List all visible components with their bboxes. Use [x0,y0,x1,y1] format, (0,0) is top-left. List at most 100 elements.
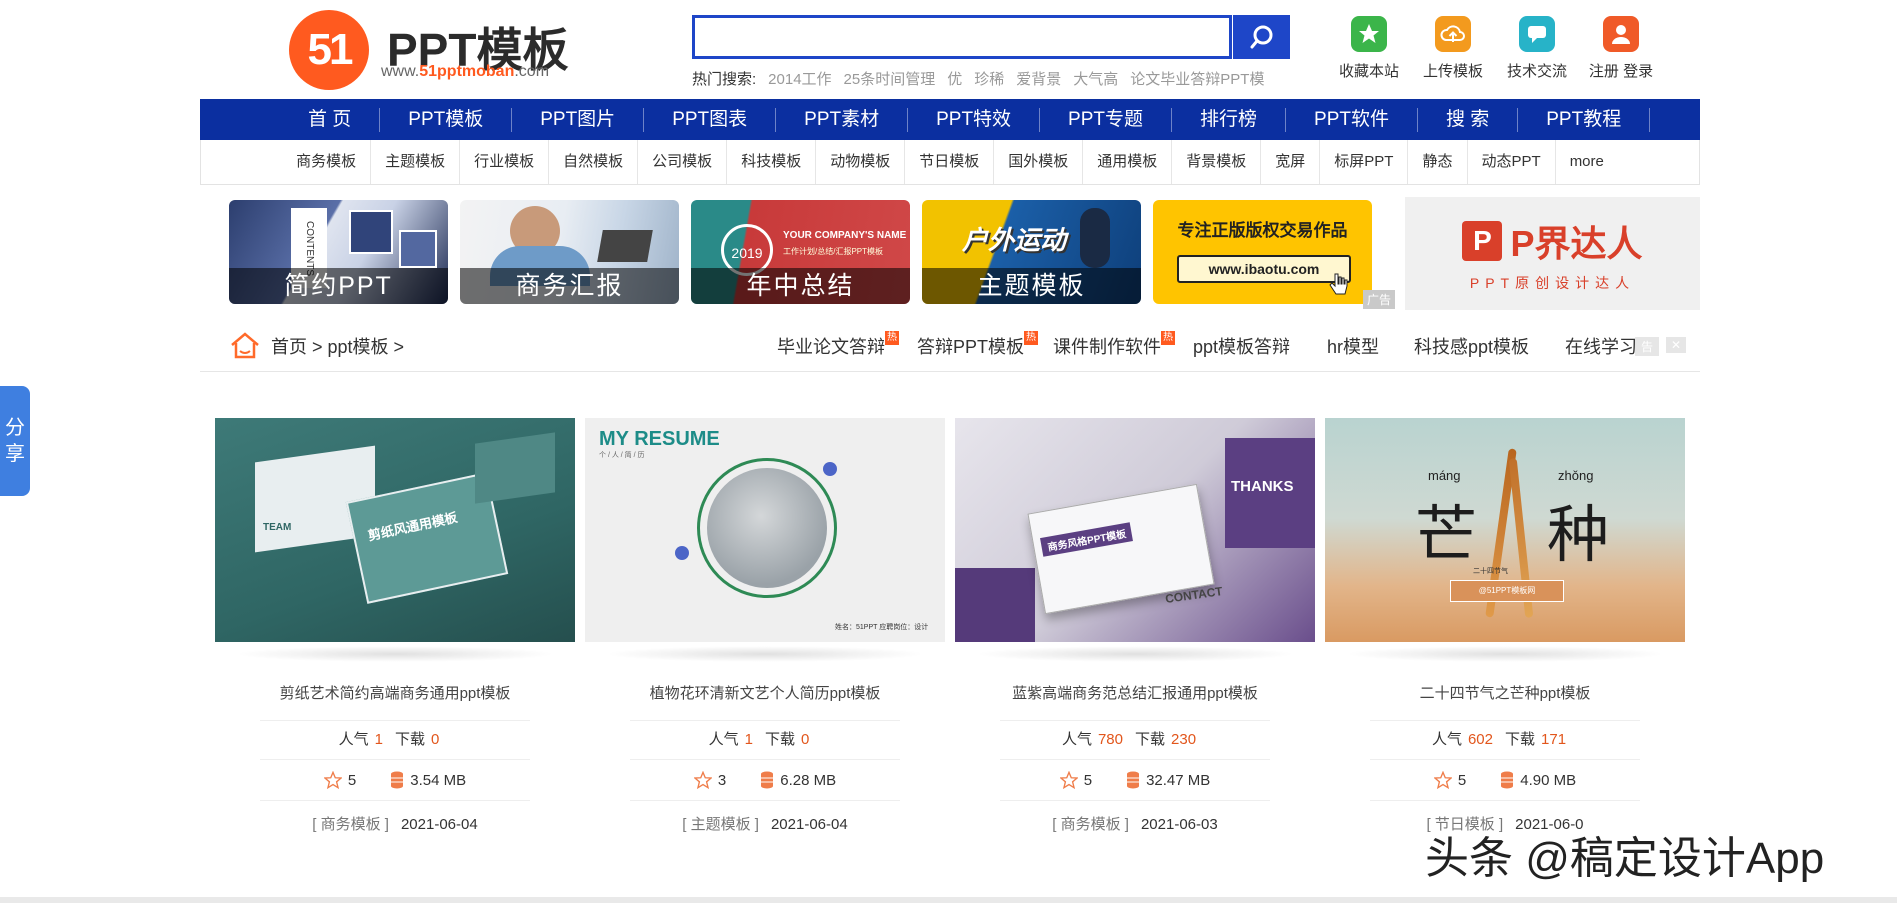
tech-chat-button[interactable]: 技术交流 [1499,16,1575,81]
close-icon[interactable]: ✕ [1666,337,1687,353]
subnav-item[interactable]: 静态 [1408,140,1468,184]
nav-ppt-images[interactable]: PPT图片 [512,107,645,132]
search-input[interactable] [692,15,1232,59]
template-thumbnail[interactable]: MY RESUME 个 / 人 / 简 / 历 姓名：51PPT 应聘岗位：设计 [585,418,945,642]
subnav-item[interactable]: 国外模板 [994,140,1084,184]
nav-ppt-materials[interactable]: PPT素材 [776,107,909,132]
card-title[interactable]: 二十四节气之芒种ppt模板 [1325,682,1685,704]
quicklink[interactable]: ppt模板答辩 [1193,333,1290,359]
card-category[interactable]: [ 商务模板 ] [1052,816,1129,833]
search-button[interactable] [1233,15,1290,59]
nav-rankings[interactable]: 排行榜 [1172,107,1287,132]
pjie-ad-banner[interactable]: P P界达人 PPT原创设计达人 [1405,197,1700,310]
tech-chat-label: 技术交流 [1506,63,1567,80]
banner-simple-ppt[interactable]: CONTENTS 简约PPT [229,200,448,304]
card-category[interactable]: [ 主题模板 ] [682,816,759,833]
quicklink[interactable]: 毕业论文答辩热 [777,331,899,359]
template-thumbnail[interactable]: máng zhǒng 芒 种 二十四节气 @51PPT模板网 [1325,418,1685,642]
card-stars: 5 [1457,771,1467,789]
hot-keyword[interactable]: 论文毕业答辩PPT模 [1130,68,1264,89]
site-logo-badge[interactable]: 51 [289,10,369,90]
file-size-icon [1127,771,1140,789]
subnav-item[interactable]: 科技模板 [727,140,817,184]
breadcrumb-section[interactable]: ppt模板 [328,337,389,357]
subnav-more[interactable]: more [1556,140,1618,184]
subnav-item[interactable]: 主题模板 [371,140,461,184]
card-file-size: 32.47 MB [1146,771,1211,789]
hot-keyword[interactable]: 大气高 [1073,68,1118,89]
subnav-item[interactable]: 节日模板 [905,140,995,184]
template-thumbnail[interactable]: THANKS 商务风格PPT模板 CONTACT [955,418,1315,642]
subnav-item[interactable]: 通用模板 [1083,140,1173,184]
upload-template-button[interactable]: 上传模板 [1415,16,1491,81]
quicklink[interactable]: 科技感ppt模板 [1414,333,1529,359]
hot-tag: 热 [1161,331,1175,345]
subnav-item[interactable]: 公司模板 [638,140,728,184]
card-title[interactable]: 剪纸艺术简约高端商务通用ppt模板 [215,682,575,704]
register-login-button[interactable]: 注册 登录 [1583,16,1659,81]
nav-ppt-charts[interactable]: PPT图表 [644,107,777,132]
home-icon[interactable] [229,330,261,360]
nav-ppt-effects[interactable]: PPT特效 [908,107,1041,132]
quicklink[interactable]: 课件制作软件热 [1053,331,1175,359]
quicklink-label: 科技感ppt模板 [1414,337,1530,357]
downloads-count: 0 [431,731,440,748]
hot-keyword[interactable]: 珍稀 [974,68,1004,89]
nav-ppt-templates[interactable]: PPT模板 [380,107,513,132]
card-date: 2021-06-04 [770,816,848,833]
share-tab[interactable]: 分 享 [0,386,30,496]
card-category[interactable]: [ 商务模板 ] [312,816,389,833]
banner-theme-templates[interactable]: 户外运动 主题模板 [922,200,1141,304]
subnav-item[interactable]: 标屏PPT [1320,140,1409,184]
subnav-item[interactable]: 行业模板 [460,140,550,184]
banner-ibaotu-ad[interactable]: 专注正版版权交易作品 www.ibaotu.com [1153,200,1372,304]
hot-keyword[interactable]: 2014工作 [768,68,831,89]
downloads-label: 下载 [395,731,426,748]
subnav-item[interactable]: 动物模板 [816,140,906,184]
quicklink[interactable]: hr模型 [1327,333,1379,359]
thumb-small-text: 二十四节气 [1473,568,1508,575]
banner-business-report[interactable]: 商务汇报 [460,200,679,304]
card-title[interactable]: 蓝紫高端商务范总结汇报通用ppt模板 [955,682,1315,704]
banner-player-shape [1080,208,1110,268]
subnav-item[interactable]: 自然模板 [549,140,639,184]
hot-keyword[interactable]: 优 [947,68,962,89]
quicklink[interactable]: 在线学习 [1565,333,1637,359]
hot-keyword[interactable]: 25条时间管理 [844,68,936,89]
thumb-subheading: 个 / 人 / 简 / 历 [599,452,645,459]
share-label: 分 [5,417,25,439]
nav-ppt-tutorials[interactable]: PPT教程 [1518,107,1651,132]
subnav-item[interactable]: 宽屏 [1261,140,1321,184]
downloads-label: 下载 [765,731,796,748]
breadcrumb: 首页 > ppt模板 > [271,333,404,359]
thumb-panel-shape [955,568,1035,642]
subnav-item[interactable]: 动态PPT [1468,140,1556,184]
upload-cloud-icon [1435,16,1471,52]
chat-icon [1519,16,1555,52]
thumb-thanks: THANKS [1231,478,1294,495]
quicklink[interactable]: 答辩PPT模板热 [917,331,1039,359]
downloads-label: 下载 [1505,731,1536,748]
bottom-scrollbar[interactable] [0,897,1897,903]
template-thumbnail[interactable]: TEAM 剪纸风通用模板 [215,418,575,642]
card-meta: 5 32.47 MB [1000,760,1270,801]
nav-home[interactable]: 首 页 [280,107,381,132]
card-file-size: 6.28 MB [780,771,837,789]
breadcrumb-home[interactable]: 首页 [271,337,307,357]
nav-ppt-topics[interactable]: PPT专题 [1040,107,1172,132]
nav-ppt-software[interactable]: PPT软件 [1286,107,1418,132]
watermark-text: 头条 @稿定设计App [1425,834,1825,883]
ad-slogan: PPT原创设计达人 [1469,274,1636,291]
bookmark-site-button[interactable]: 收藏本站 [1331,16,1407,81]
card-shadow [605,646,925,662]
card-title[interactable]: 植物花环清新文艺个人简历ppt模板 [585,682,945,704]
banner-caption: 商务汇报 [460,268,679,304]
banner-mid-year-summary[interactable]: 2019 YOUR COMPANY'S NAME 工作计划/总结/汇报PPT模板… [691,200,910,304]
nav-search[interactable]: 搜 索 [1418,107,1519,132]
card-stars: 3 [717,771,727,789]
subnav-item[interactable]: 背景模板 [1172,140,1262,184]
subnav-item[interactable]: 商务模板 [282,140,372,184]
card-shadow [1345,646,1665,662]
hot-keyword[interactable]: 爱背景 [1016,68,1061,89]
quicklink-label: 答辩PPT模板 [917,337,1025,357]
